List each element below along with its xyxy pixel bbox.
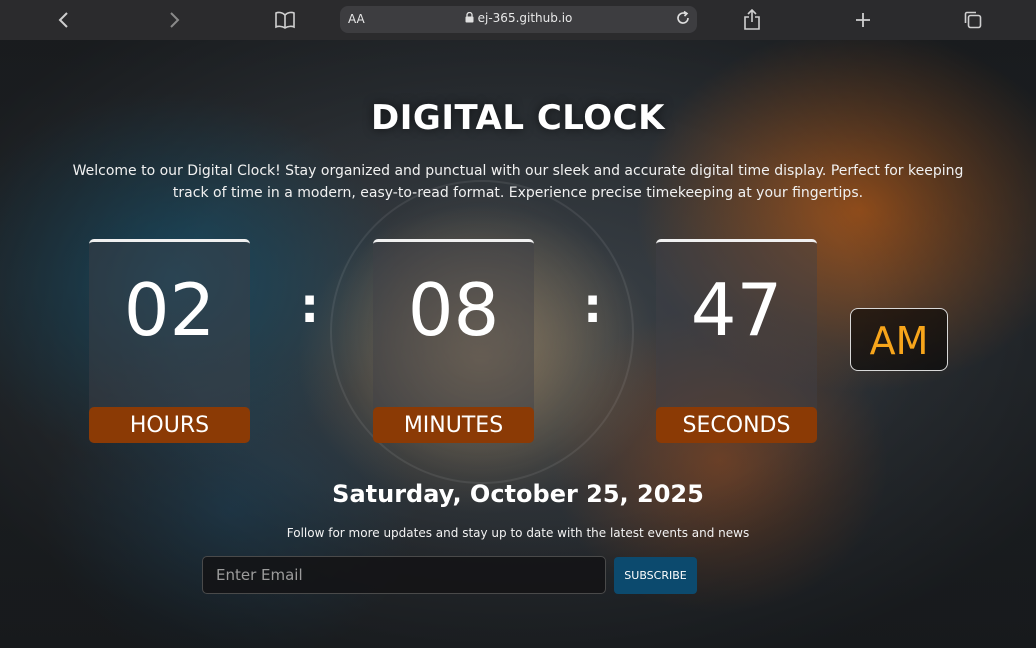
page-description: Welcome to our Digital Clock! Stay organ… bbox=[72, 163, 964, 201]
url-display[interactable]: ej-365.github.io bbox=[340, 11, 697, 26]
time-separator: : bbox=[300, 278, 320, 334]
back-icon[interactable] bbox=[50, 6, 78, 34]
hours-box: 02 HOURS bbox=[89, 239, 250, 443]
am-pm-indicator: AM bbox=[850, 308, 948, 371]
page-title: DIGITAL CLOCK bbox=[371, 98, 665, 138]
minutes-box: 08 MINUTES bbox=[373, 239, 534, 443]
share-icon[interactable] bbox=[738, 6, 766, 34]
tabs-overview-icon[interactable] bbox=[959, 6, 987, 34]
seconds-value: 47 bbox=[690, 268, 783, 352]
forward-icon[interactable] bbox=[160, 6, 188, 34]
bookmarks-icon[interactable] bbox=[271, 6, 299, 34]
hours-value: 02 bbox=[123, 268, 216, 352]
seconds-label: SECONDS bbox=[656, 407, 817, 443]
subscribe-button[interactable]: SUBSCRIBE bbox=[614, 557, 697, 594]
minutes-label: MINUTES bbox=[373, 407, 534, 443]
seconds-box: 47 SECONDS bbox=[656, 239, 817, 443]
url-text: ej-365.github.io bbox=[477, 11, 573, 25]
address-bar[interactable]: AA ej-365.github.io bbox=[340, 6, 697, 33]
minutes-value: 08 bbox=[407, 268, 500, 352]
current-date: Saturday, October 25, 2025 bbox=[332, 480, 704, 508]
newsletter-text: Follow for more updates and stay up to d… bbox=[286, 526, 750, 540]
email-input[interactable] bbox=[202, 556, 606, 594]
time-separator: : bbox=[583, 278, 603, 334]
browser-toolbar: AA ej-365.github.io bbox=[0, 0, 1036, 40]
lock-icon bbox=[465, 11, 474, 26]
new-tab-icon[interactable] bbox=[849, 6, 877, 34]
reload-icon[interactable] bbox=[675, 10, 691, 30]
hours-label: HOURS bbox=[89, 407, 250, 443]
